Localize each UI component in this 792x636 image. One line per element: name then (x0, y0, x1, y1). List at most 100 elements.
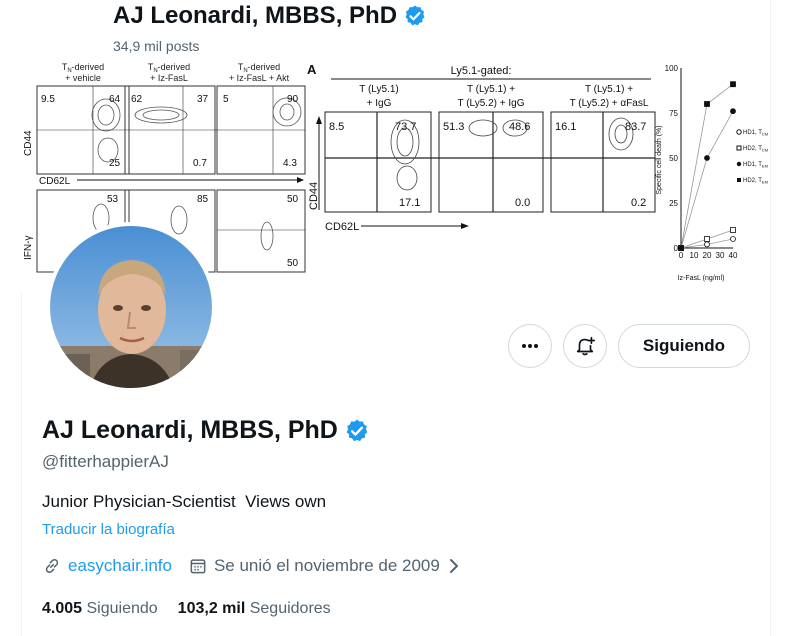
more-options-button[interactable] (508, 324, 552, 368)
legend-item-3: HD1, TEM (736, 161, 768, 169)
website-link[interactable]: easychair.info (68, 556, 172, 576)
svg-text:T (Ly5.1): T (Ly5.1) (359, 84, 398, 95)
svg-text:53: 53 (107, 194, 119, 205)
chart-point (730, 108, 736, 115)
svg-text:51.3: 51.3 (443, 121, 464, 133)
following-stat[interactable]: 4.005 Siguiendo (42, 600, 158, 618)
chart-point (704, 101, 710, 107)
chart-y-tick: 75 (669, 109, 678, 118)
svg-text:62: 62 (131, 94, 143, 105)
translate-bio-link[interactable]: Traducir la biografía (42, 521, 175, 538)
verified-badge-icon (405, 5, 425, 26)
flow-col-label-1: TN-derived + vehicle (62, 62, 104, 83)
svg-text:8.5: 8.5 (329, 121, 344, 133)
more-horizontal-icon (522, 344, 538, 348)
svg-text:+ IgG: + IgG (367, 98, 392, 109)
website-item: easychair.info (42, 556, 172, 576)
calendar-icon (190, 559, 206, 574)
following-label: Siguiendo (86, 600, 158, 617)
svg-text:Iz-FasL (ng/ml): Iz-FasL (ng/ml) (678, 275, 725, 282)
svg-text:T (Ly5.1) +: T (Ly5.1) + (467, 84, 515, 95)
chart-y-tick: 25 (669, 199, 678, 208)
svg-text:90: 90 (287, 94, 299, 105)
svg-text:50: 50 (287, 258, 299, 269)
svg-text:HD2, TEM: HD2, TEM (743, 178, 768, 185)
chart-x-tick: 30 (716, 251, 725, 260)
svg-text:16.1: 16.1 (555, 121, 576, 133)
svg-text:T (Ly5.2) + αFasL: T (Ly5.2) + αFasL (570, 98, 649, 109)
svg-text:17.1: 17.1 (399, 197, 420, 209)
svg-text:73.7: 73.7 (395, 121, 416, 133)
following-button[interactable]: Siguiendo (618, 324, 750, 368)
svg-text:Ly5.1-gated:: Ly5.1-gated: (451, 65, 512, 77)
svg-text:Specific cell death (%): Specific cell death (%) (656, 125, 663, 194)
chart-point (678, 245, 684, 251)
svg-text:HD1, TCM: HD1, TCM (743, 130, 768, 137)
gated-col-label-1: T (Ly5.1) + IgG (359, 84, 398, 109)
joined-date: Se unió el noviembre de 2009 (213, 556, 440, 575)
svg-text:4.3: 4.3 (283, 158, 297, 169)
chart-point (704, 241, 710, 248)
svg-text:0.7: 0.7 (193, 158, 207, 169)
svg-text:48.6: 48.6 (509, 121, 530, 133)
svg-text:T (Ly5.2) + IgG: T (Ly5.2) + IgG (458, 98, 525, 109)
svg-text:25: 25 (109, 158, 121, 169)
svg-text:+ Iz-FasL + Akt: + Iz-FasL + Akt (229, 73, 290, 83)
profile-avatar[interactable] (46, 222, 216, 392)
chart-point (730, 236, 736, 242)
profile-name: AJ Leonardi, MBBS, PhD (42, 416, 370, 445)
chart-point (730, 227, 736, 233)
svg-text:50: 50 (287, 194, 299, 205)
chevron-right-icon[interactable] (446, 556, 462, 576)
chart-x-tick: 0 (679, 251, 684, 260)
flow-col-label-2: TN-derived + Iz-FasL (148, 62, 190, 83)
flow-col-label-3: TN-derived + Iz-FasL + Akt (229, 62, 290, 83)
gated-col-label-2: T (Ly5.1) + T (Ly5.2) + IgG (458, 84, 525, 109)
svg-text:0.0: 0.0 (515, 197, 530, 209)
svg-text:CD62L: CD62L (39, 176, 71, 187)
joined-item: Se unió el noviembre de 2009 (188, 556, 462, 576)
chart-y-tick: 50 (669, 154, 678, 163)
chart-series-line (680, 111, 734, 249)
svg-text:5: 5 (223, 94, 229, 105)
header-posts-count: 34,9 mil posts (113, 38, 200, 54)
svg-text:64: 64 (109, 94, 121, 105)
gated-col-label-3: T (Ly5.1) + T (Ly5.2) + αFasL (570, 84, 649, 109)
svg-text:A: A (307, 62, 317, 77)
svg-text:85: 85 (197, 194, 209, 205)
chart-x-tick: 20 (703, 251, 712, 260)
svg-text:CD44: CD44 (23, 130, 34, 156)
following-count: 4.005 (42, 600, 83, 617)
followers-label: Seguidores (249, 600, 331, 617)
verified-badge-icon[interactable] (344, 418, 370, 444)
chart-y-tick: 100 (665, 64, 679, 73)
header-name-text: AJ Leonardi, MBBS, PhD (113, 2, 398, 29)
followers-count: 103,2 mil (177, 600, 246, 617)
followers-stat[interactable]: 103,2 mil Seguidores (178, 600, 331, 618)
column-border-right (770, 0, 771, 636)
chart-x-tick: 10 (690, 251, 699, 260)
chart-series-line (680, 83, 734, 249)
svg-text:CD62L: CD62L (325, 221, 359, 233)
svg-text:+ vehicle: + vehicle (65, 73, 101, 83)
svg-text:HD1, TEM: HD1, TEM (743, 162, 768, 169)
chart-point (704, 236, 710, 242)
chart-x-tick: 40 (729, 251, 738, 260)
svg-text:IFN-γ: IFN-γ (23, 236, 34, 260)
svg-text:HD2, TCM: HD2, TCM (743, 146, 768, 153)
svg-text:T (Ly5.1) +: T (Ly5.1) + (585, 84, 633, 95)
svg-text:9.5: 9.5 (41, 94, 55, 105)
chart-point (730, 81, 736, 88)
legend-item-1: HD1, TCM (736, 129, 768, 137)
profile-bio: Junior Physician-Scientist Views own (42, 492, 327, 511)
svg-text:83.7: 83.7 (625, 121, 646, 133)
header-profile-name: AJ Leonardi, MBBS, PhD (113, 2, 427, 30)
svg-text:CD44: CD44 (308, 182, 320, 210)
cell-death-chart: 1007550250 0 10 20 30 40 Specific cell death… (656, 64, 768, 282)
avatar-photo (50, 226, 212, 388)
notifications-button[interactable] (563, 324, 607, 368)
svg-text:0.2: 0.2 (631, 197, 646, 209)
svg-text:+ Iz-FasL: + Iz-FasL (150, 73, 188, 83)
profile-meta: easychair.info Se unió el noviembre de 2… (42, 556, 462, 576)
svg-text:37: 37 (197, 94, 209, 105)
